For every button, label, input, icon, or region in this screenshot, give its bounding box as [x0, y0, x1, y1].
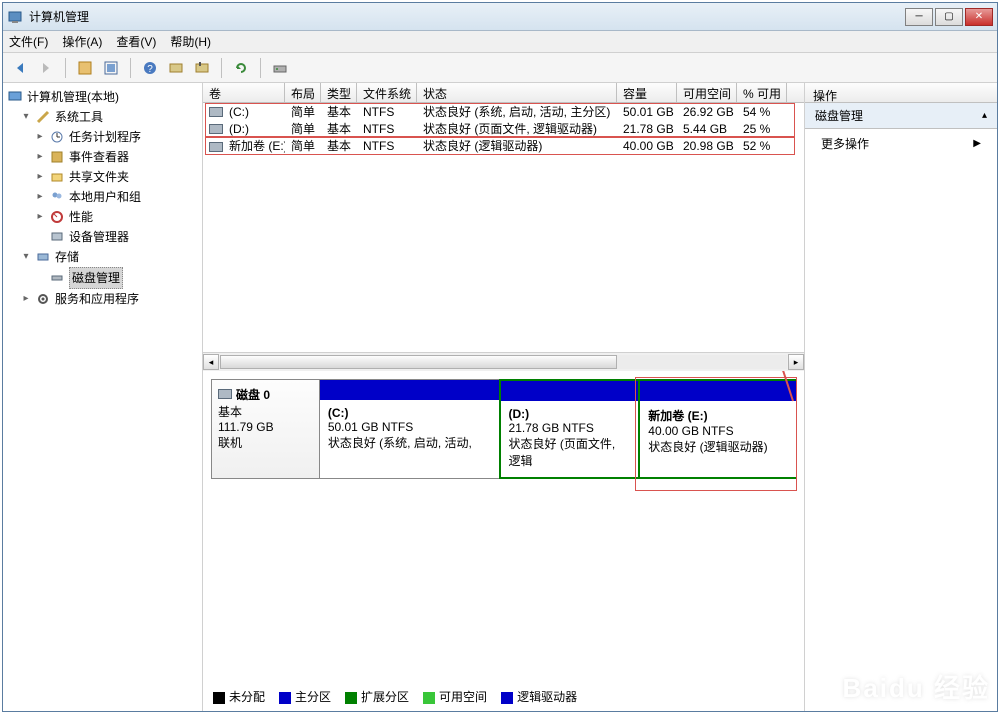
disk-icon	[49, 270, 65, 286]
menu-action[interactable]: 操作(A)	[62, 33, 102, 50]
watermark: Baidu 经验	[843, 668, 990, 705]
tree-diskmgmt[interactable]: 磁盘管理	[35, 267, 200, 289]
maximize-button[interactable]: ▢	[935, 8, 963, 26]
menu-file[interactable]: 文件(F)	[9, 33, 48, 50]
toolbar-icon[interactable]	[100, 57, 122, 79]
minimize-button[interactable]: ─	[905, 8, 933, 26]
disk-row[interactable]: 磁盘 0 基本 111.79 GB 联机 (C:) 50.01 GB NTFS …	[211, 379, 796, 479]
scroll-left-button[interactable]: ◂	[203, 354, 219, 370]
toolbar-icon[interactable]	[165, 57, 187, 79]
perf-icon	[49, 209, 65, 225]
disk-icon	[218, 389, 232, 399]
tree-devicemgr[interactable]: 设备管理器	[35, 227, 200, 247]
partition-d[interactable]: (D:) 21.78 GB NTFS 状态良好 (页面文件, 逻辑	[499, 379, 641, 479]
storage-icon	[35, 249, 51, 265]
tree-root[interactable]: 计算机管理(本地)	[7, 87, 200, 107]
menu-bar: 文件(F) 操作(A) 查看(V) 帮助(H)	[3, 31, 997, 53]
chevron-right-icon: ▶	[973, 138, 981, 149]
tree-shared[interactable]: ▸共享文件夹	[35, 167, 200, 187]
col-capacity[interactable]: 容量	[617, 83, 677, 102]
legend-swatch	[345, 692, 357, 704]
actions-header: 操作	[805, 83, 997, 103]
col-type[interactable]: 类型	[321, 83, 357, 102]
col-volume[interactable]: 卷	[203, 83, 285, 102]
tools-icon	[35, 109, 51, 125]
users-icon	[49, 189, 65, 205]
scroll-thumb[interactable]	[220, 355, 617, 369]
horizontal-scrollbar[interactable]: ◂ ▸	[203, 353, 804, 371]
scroll-right-button[interactable]: ▸	[788, 354, 804, 370]
close-button[interactable]: ✕	[965, 8, 993, 26]
event-icon	[49, 149, 65, 165]
tree-taskscheduler[interactable]: ▸任务计划程序	[35, 127, 200, 147]
disk-legend: 未分配 主分区 扩展分区 可用空间 逻辑驱动器	[213, 688, 577, 705]
disk-info[interactable]: 磁盘 0 基本 111.79 GB 联机	[212, 380, 320, 478]
legend-swatch	[423, 692, 435, 704]
forward-button[interactable]	[35, 57, 57, 79]
volume-row[interactable]: 新加卷 (E:)简单基本NTFS状态良好 (逻辑驱动器)40.00 GB20.9…	[203, 137, 804, 154]
disk-management-view: 卷 布局 类型 文件系统 状态 容量 可用空间 % 可用 (C:)简单基本NTF…	[203, 83, 805, 711]
tree-services[interactable]: ▸服务和应用程序	[21, 289, 200, 309]
volume-list: 卷 布局 类型 文件系统 状态 容量 可用空间 % 可用 (C:)简单基本NTF…	[203, 83, 804, 353]
actions-more[interactable]: 更多操作 ▶	[805, 129, 997, 158]
tree-localusers[interactable]: ▸本地用户和组	[35, 187, 200, 207]
refresh-icon[interactable]	[230, 57, 252, 79]
col-free[interactable]: 可用空间	[677, 83, 737, 102]
disk-graphical-view: 磁盘 0 基本 111.79 GB 联机 (C:) 50.01 GB NTFS …	[203, 371, 804, 711]
tree-eventviewer[interactable]: ▸事件查看器	[35, 147, 200, 167]
svg-text:?: ?	[147, 64, 153, 75]
app-window: 计算机管理 ─ ▢ ✕ 文件(F) 操作(A) 查看(V) 帮助(H) ?	[2, 2, 998, 712]
navigation-tree: 计算机管理(本地) ▾系统工具 ▸任务计划程序 ▸事件查看器 ▸共享文件夹 ▸本…	[3, 83, 203, 711]
legend-swatch	[279, 692, 291, 704]
actions-section[interactable]: 磁盘管理 ▴	[805, 103, 997, 129]
back-button[interactable]	[9, 57, 31, 79]
tree-storage[interactable]: ▾存储	[21, 247, 200, 267]
volume-header: 卷 布局 类型 文件系统 状态 容量 可用空间 % 可用	[203, 83, 804, 103]
collapse-icon[interactable]: ▴	[982, 110, 987, 121]
toolbar: ?	[3, 53, 997, 83]
window-title: 计算机管理	[29, 8, 905, 25]
clock-icon	[49, 129, 65, 145]
legend-swatch	[501, 692, 513, 704]
volume-row[interactable]: (C:)简单基本NTFS状态良好 (系统, 启动, 活动, 主分区)50.01 …	[203, 103, 804, 120]
title-bar[interactable]: 计算机管理 ─ ▢ ✕	[3, 3, 997, 31]
toolbar-icon[interactable]	[191, 57, 213, 79]
menu-view[interactable]: 查看(V)	[116, 33, 156, 50]
col-status[interactable]: 状态	[417, 83, 617, 102]
col-filesystem[interactable]: 文件系统	[357, 83, 417, 102]
actions-pane: 操作 磁盘管理 ▴ 更多操作 ▶	[805, 83, 997, 711]
toolbar-icon[interactable]	[74, 57, 96, 79]
help-icon[interactable]: ?	[139, 57, 161, 79]
partition-c[interactable]: (C:) 50.01 GB NTFS 状态良好 (系统, 启动, 活动,	[320, 380, 500, 478]
volume-row[interactable]: (D:)简单基本NTFS状态良好 (页面文件, 逻辑驱动器)21.78 GB5.…	[203, 120, 804, 137]
legend-swatch	[213, 692, 225, 704]
partition-e[interactable]: 新加卷 (E:) 40.00 GB NTFS 状态良好 (逻辑驱动器)	[638, 379, 796, 479]
computer-icon	[7, 89, 23, 105]
toolbar-icon[interactable]	[269, 57, 291, 79]
device-icon	[49, 229, 65, 245]
col-pctfree[interactable]: % 可用	[737, 83, 787, 102]
tree-systools[interactable]: ▾系统工具	[21, 107, 200, 127]
services-icon	[35, 291, 51, 307]
app-icon	[7, 9, 23, 25]
col-layout[interactable]: 布局	[285, 83, 321, 102]
tree-performance[interactable]: ▸性能	[35, 207, 200, 227]
folder-icon	[49, 169, 65, 185]
menu-help[interactable]: 帮助(H)	[170, 33, 211, 50]
